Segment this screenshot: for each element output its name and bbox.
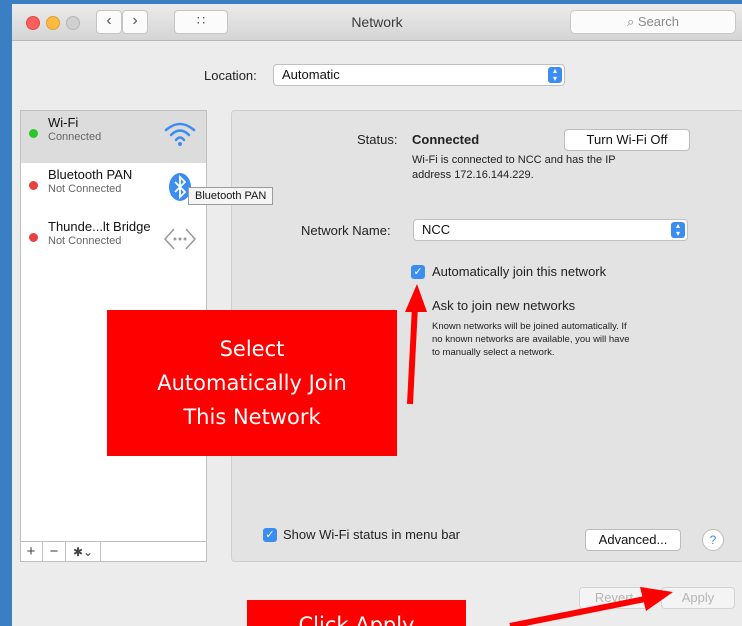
annotation-arrow-apply (509, 596, 646, 626)
annotation-arrows (405, 284, 673, 626)
annotation-arrow-apply-head (640, 587, 673, 611)
annotation-arrow-up-head (405, 284, 427, 312)
annotation-arrow-up (407, 305, 418, 405)
